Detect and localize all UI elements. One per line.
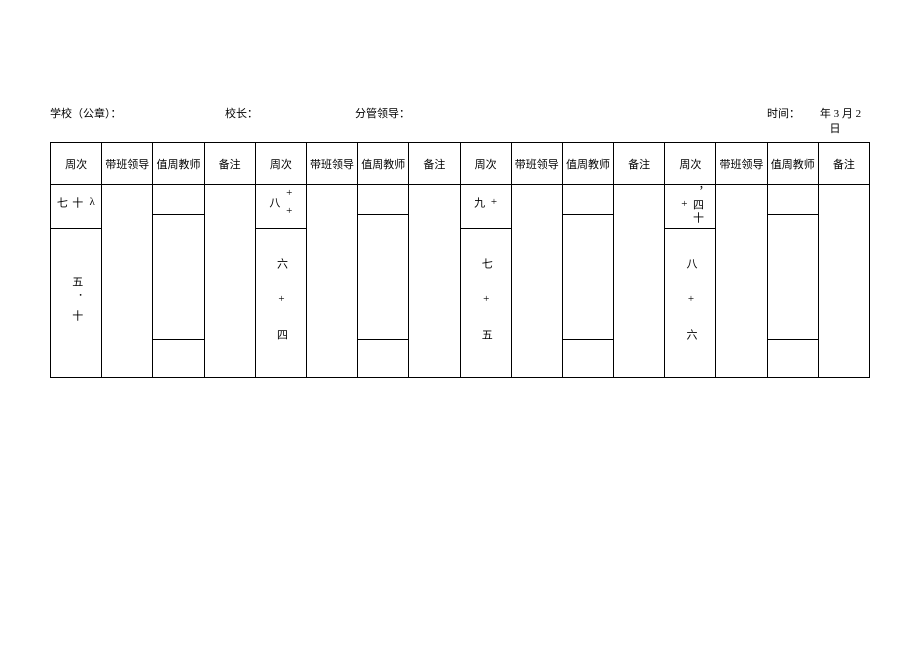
teacher-cell: [562, 185, 613, 215]
hdr-note: 备注: [614, 143, 665, 185]
week-text: 八 + 六: [683, 258, 698, 346]
teacher-cell: [767, 215, 818, 340]
hdr-leader: 带班领导: [306, 143, 357, 185]
teacher-cell: [767, 185, 818, 215]
week-cell: λ 十 七: [51, 185, 102, 229]
week-cell: ++ 八: [255, 185, 306, 229]
hdr-note: 备注: [818, 143, 869, 185]
top-label-row: 学校（公章）： 校长： 分管领导： 时间： 年 3 月 2 日: [50, 105, 870, 136]
table-row: λ 十 七 ++ 八 + 九 ，四十 +: [51, 185, 870, 215]
date-label: 年 3 月 2 日: [800, 105, 870, 136]
week-text: 五．十: [68, 276, 83, 327]
note-cell: [818, 185, 869, 378]
hdr-teacher: 值周教师: [562, 143, 613, 185]
hdr-week: 周次: [51, 143, 102, 185]
teacher-cell: [358, 185, 409, 215]
week-text: + 九: [470, 186, 501, 225]
week-cell: 五．十: [51, 229, 102, 378]
hdr-note: 备注: [409, 143, 460, 185]
principal-label: 校长：: [225, 105, 355, 136]
teacher-cell: [562, 215, 613, 340]
teacher-cell: [562, 340, 613, 378]
note-cell: [204, 185, 255, 378]
week-text: 七 + 五: [478, 258, 493, 346]
teacher-cell: [153, 340, 204, 378]
school-label: 学校（公章）：: [50, 105, 225, 136]
hdr-week: 周次: [255, 143, 306, 185]
week-cell: 八 + 六: [665, 229, 716, 378]
week-text: ，四十 +: [677, 186, 703, 225]
week-cell: 七 + 五: [460, 229, 511, 378]
date-main: 年 3 月 2: [809, 108, 861, 120]
date-tail: 日: [800, 120, 870, 136]
week-text: 六 + 四: [273, 258, 288, 346]
note-cell: [409, 185, 460, 378]
leader-cell: [716, 185, 767, 378]
hdr-week: 周次: [460, 143, 511, 185]
hdr-leader: 带班领导: [716, 143, 767, 185]
hdr-leader: 带班领导: [102, 143, 153, 185]
week-text: ++ 八: [265, 187, 296, 223]
hdr-note: 备注: [204, 143, 255, 185]
teacher-cell: [153, 185, 204, 215]
teacher-cell: [358, 340, 409, 378]
hdr-teacher: 值周教师: [358, 143, 409, 185]
hdr-teacher: 值周教师: [153, 143, 204, 185]
leader-cell: [511, 185, 562, 378]
leader-cell: [102, 185, 153, 378]
leader-cell: [306, 185, 357, 378]
schedule-table: 周次 带班领导 值周教师 备注 周次 带班领导 值周教师 备注 周次 带班领导 …: [50, 142, 870, 378]
time-label: 时间：: [745, 105, 800, 136]
note-cell: [614, 185, 665, 378]
teacher-cell: [767, 340, 818, 378]
week-cell: + 九: [460, 185, 511, 229]
teacher-cell: [358, 215, 409, 340]
hdr-week: 周次: [665, 143, 716, 185]
hdr-leader: 带班领导: [511, 143, 562, 185]
teacher-cell: [153, 215, 204, 340]
table-header-row: 周次 带班领导 值周教师 备注 周次 带班领导 值周教师 备注 周次 带班领导 …: [51, 143, 870, 185]
hdr-teacher: 值周教师: [767, 143, 818, 185]
week-text: λ 十 七: [53, 186, 99, 225]
week-cell: 六 + 四: [255, 229, 306, 378]
branch-leader-label: 分管领导：: [355, 105, 745, 136]
week-cell: ，四十 +: [665, 185, 716, 229]
